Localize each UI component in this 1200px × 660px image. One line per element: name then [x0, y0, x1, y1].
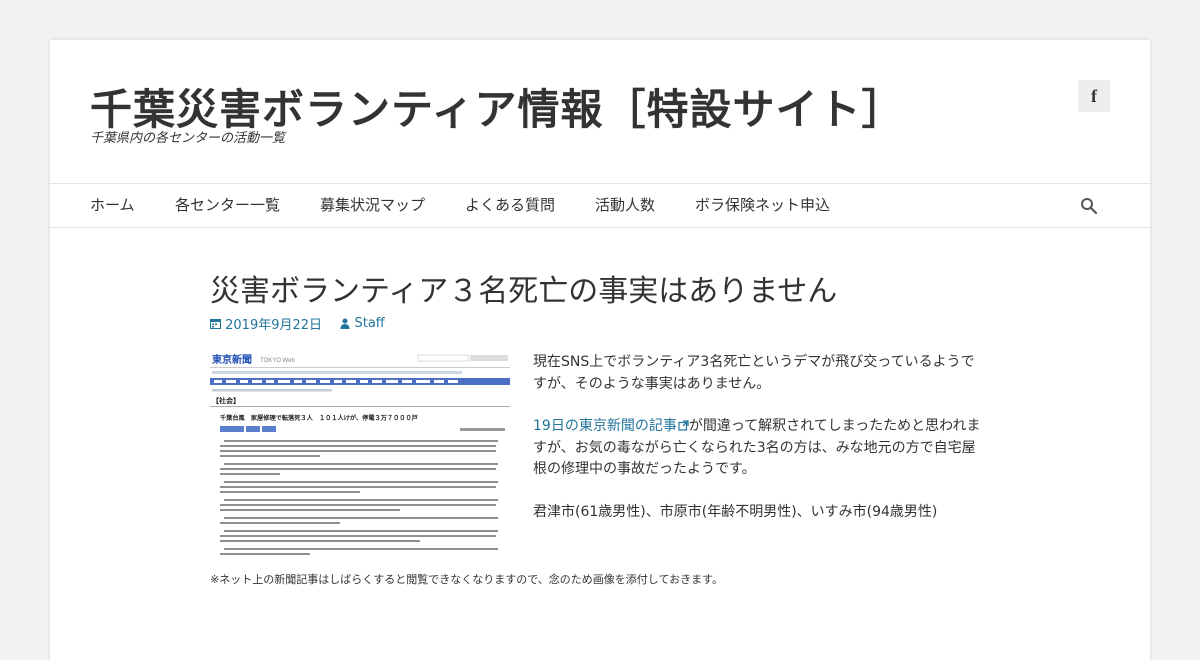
post-meta: 2019年9月22日 Staff — [210, 314, 385, 333]
nav-item-activity-count[interactable]: 活動人数 — [595, 184, 655, 227]
post-title: 災害ボランティア３名死亡の事実はありません — [210, 274, 838, 309]
newspaper-headline: 千葉台風 家屋修理で転落死３人 １０１人けが、停電３万７０００戸 — [220, 414, 418, 422]
newspaper-article-image: 東京新聞 TOKYO Web 【社会】 千葉台風 家屋修理で転落死３人 １０１人… — [210, 352, 510, 562]
nav-item-insurance[interactable]: ボラ保険ネット申込 — [695, 184, 830, 227]
post-content: 現在SNS上でボランティア3名死亡というデマが飛び交っているようですが、そのよう… — [533, 352, 988, 544]
post-author[interactable]: Staff — [354, 316, 384, 331]
post-paragraph-1: 現在SNS上でボランティア3名死亡というデマが飛び交っているようですが、そのよう… — [533, 354, 975, 392]
user-icon — [340, 318, 350, 329]
nav-item-home[interactable]: ホーム — [90, 184, 135, 227]
site-description: 千葉県内の各センターの活動一覧 — [90, 131, 286, 146]
newspaper-screenshot-image[interactable]: 東京新聞 TOKYO Web 【社会】 千葉台風 家屋修理で転落死３人 １０１人… — [210, 352, 510, 562]
post-paragraph-3: 君津市(61歳男性)、市原市(年齢不明男性)、いすみ市(94歳男性) — [533, 503, 938, 520]
external-link-icon — [678, 420, 689, 431]
nav-item-faq[interactable]: よくある質問 — [465, 184, 555, 227]
image-caption: ※ネット上の新聞記事はしばらくすると閲覧できなくなりますので、念のため画像を添付… — [210, 573, 724, 586]
search-icon[interactable] — [1080, 197, 1098, 215]
newspaper-section: 【社会】 — [212, 396, 240, 405]
main-navigation: ホーム 各センター一覧 募集状況マップ よくある質問 活動人数 ボラ保険ネット申… — [50, 183, 1150, 228]
facebook-icon[interactable]: f — [1078, 80, 1110, 112]
tokyo-shimbun-article-link[interactable]: 19日の東京新聞の記事 — [533, 418, 689, 434]
newspaper-web-label: TOKYO Web — [260, 358, 295, 364]
post-paragraph-2: 19日の東京新聞の記事 が間違って解釈されてしまったためと思われますが、お気の毒な… — [533, 416, 988, 481]
post-date[interactable]: 2019年9月22日 — [225, 318, 322, 333]
calendar-icon — [210, 319, 221, 329]
page-container: 千葉災害ボランティア情報［特設サイト］ 千葉県内の各センターの活動一覧 f ホー… — [50, 40, 1150, 660]
newspaper-masthead: 東京新聞 — [212, 353, 252, 366]
article-link-text[interactable]: 19日の東京新聞の記事 — [533, 418, 677, 434]
nav-item-centers[interactable]: 各センター一覧 — [175, 184, 280, 227]
nav-item-map[interactable]: 募集状況マップ — [320, 184, 425, 227]
